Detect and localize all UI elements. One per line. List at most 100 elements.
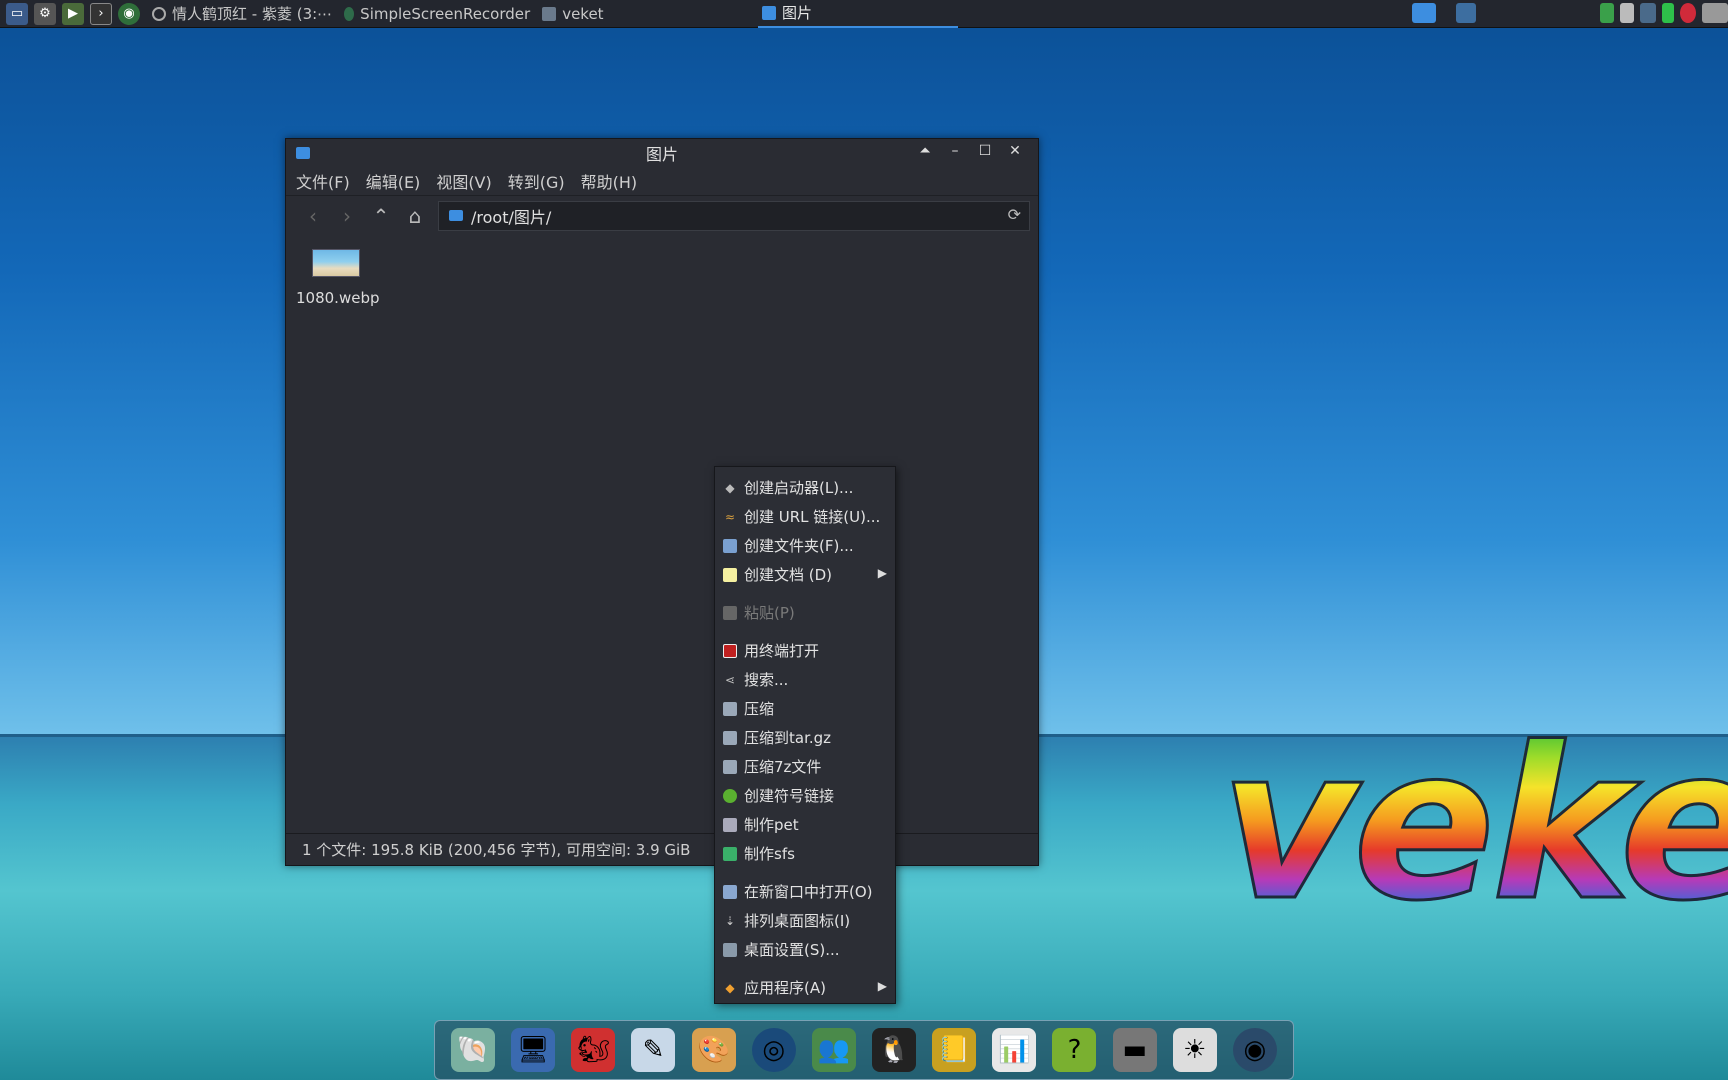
desktop-settings-icon (723, 942, 737, 957)
menu-create-symlink[interactable]: 创建符号链接 (715, 781, 895, 810)
menu-item-label: 排列桌面图标(I) (744, 912, 851, 930)
up-icon[interactable]: ⌃ (364, 204, 398, 228)
menu-help[interactable]: 帮助(H) (581, 169, 638, 193)
menu-file[interactable]: 文件(F) (296, 169, 350, 193)
menu-item-label: 压缩7z文件 (744, 758, 822, 776)
dock-drive-icon[interactable]: ▬ (1112, 1028, 1157, 1072)
menu-search[interactable]: ⋖ 搜索... (715, 665, 895, 694)
dock-squirrel-icon[interactable]: 🐿 (571, 1028, 616, 1072)
task-veket-folder[interactable]: veket (542, 5, 604, 23)
task-screen-recorder[interactable]: SimpleScreenRecorder (344, 5, 530, 23)
dock-users-icon[interactable]: 👥 (811, 1028, 856, 1072)
package-icon (723, 817, 737, 832)
desktop-switch-icon[interactable] (1412, 3, 1436, 23)
system-tray (1406, 3, 1728, 23)
symlink-icon (723, 788, 737, 803)
dock-globe-icon[interactable]: ◉ (1232, 1028, 1277, 1072)
menu-item-label: 搜索... (744, 671, 789, 689)
menu-compress[interactable]: 压缩 (715, 694, 895, 723)
menu-compress-targz[interactable]: 压缩到tar.gz (715, 723, 895, 752)
menu-compress-7z[interactable]: 压缩7z文件 (715, 752, 895, 781)
record-icon[interactable] (1680, 3, 1696, 23)
terminal-icon (723, 643, 737, 658)
menu-create-folder[interactable]: 创建文件夹(F)... (715, 531, 895, 560)
menu-separator (715, 868, 895, 877)
menu-make-pet[interactable]: 制作pet (715, 810, 895, 839)
status-bar: 1 个文件: 195.8 KiB (200,456 字节), 可用空间: 3.9… (286, 833, 1038, 865)
dock-brightness-icon[interactable]: ☀ (1172, 1028, 1217, 1072)
file-item[interactable]: 1080.webp (296, 249, 379, 307)
launcher-icon: ◆ (725, 480, 735, 495)
maximize-icon[interactable]: ☐ (970, 143, 1000, 159)
dock-penguin-icon[interactable]: 🐧 (872, 1028, 917, 1072)
menu-create-url-link[interactable]: ≈ 创建 URL 链接(U)... (715, 502, 895, 531)
navigation-toolbar: ‹ › ⌃ ⌂ /root/图片/ ⟳ (286, 195, 1038, 235)
task-pictures-folder[interactable]: 图片 (758, 0, 958, 28)
file-view[interactable]: 1080.webp (286, 235, 1038, 833)
menu-open-terminal[interactable]: 用终端打开 (715, 636, 895, 665)
dock-chart-icon[interactable]: 📊 (992, 1028, 1037, 1072)
menu-item-label: 压缩到tar.gz (744, 729, 832, 747)
menu-item-label: 创建文件夹(F)... (744, 537, 854, 555)
play-icon[interactable]: ▶ (62, 2, 84, 25)
close-icon[interactable]: ✕ (1000, 143, 1030, 159)
forward-icon[interactable]: › (330, 204, 364, 228)
address-bar[interactable]: /root/图片/ ⟳ (438, 200, 1030, 231)
back-icon[interactable]: ‹ (296, 204, 330, 228)
status-text: 1 个文件: 195.8 KiB (200,456 字节), 可用空间: 3.9… (302, 841, 691, 859)
terminal-icon[interactable]: › (90, 2, 112, 25)
folder-icon (449, 210, 463, 221)
dock-help-icon[interactable]: ? (1052, 1028, 1097, 1072)
window-switch-icon[interactable] (1456, 3, 1476, 23)
browser-globe-icon[interactable]: ◉ (118, 2, 140, 25)
menu-item-label: 制作sfs (744, 845, 795, 863)
shade-icon[interactable]: ⏶ (910, 143, 940, 159)
dock-paint-icon[interactable]: 🎨 (691, 1028, 736, 1072)
menu-edit[interactable]: 编辑(E) (366, 169, 421, 193)
applications-icon: ◆ (725, 980, 735, 995)
menu-item-label: 制作pet (744, 816, 799, 834)
clipboard-icon[interactable] (1620, 3, 1634, 23)
home-icon[interactable]: ⌂ (398, 204, 432, 228)
menu-item-label: 粘贴(P) (744, 604, 795, 622)
archive-icon (723, 701, 737, 716)
menu-go[interactable]: 转到(G) (508, 169, 565, 193)
menu-create-document[interactable]: 创建文档 (D) ▶ (715, 560, 895, 589)
keyboard-icon[interactable] (1702, 3, 1728, 23)
menu-item-label: 创建 URL 链接(U)... (744, 508, 881, 526)
context-menu: ◆ 创建启动器(L)... ≈ 创建 URL 链接(U)... 创建文件夹(F)..… (714, 466, 896, 1004)
recorder-icon (344, 6, 355, 21)
menu-applications[interactable]: ◆ 应用程序(A) ▶ (715, 973, 895, 1002)
menu-item-label: 创建文档 (D) (744, 566, 833, 584)
network-icon[interactable] (1640, 3, 1656, 23)
settings-gear-icon[interactable]: ⚙ (34, 2, 56, 25)
music-icon (152, 6, 166, 21)
task-music-player[interactable]: 情人鹤顶红 - 紫菱 (3:⋯ (152, 3, 332, 24)
dock-shell-icon[interactable]: 🐚 (451, 1028, 496, 1072)
dock-monitor-icon[interactable]: 🖥 (511, 1028, 556, 1072)
battery-icon[interactable] (1662, 3, 1674, 23)
reload-icon[interactable]: ⟳ (1008, 205, 1021, 224)
system-monitor-icon[interactable]: ▭ (6, 2, 28, 25)
task-label: SimpleScreenRecorder (360, 4, 531, 23)
application-dock: 🐚 🖥 🐿 ✎ 🎨 ◎ 👥 🐧 📒 📊 ? ▬ ☀ ◉ (434, 1020, 1294, 1080)
shield-icon[interactable] (1600, 3, 1614, 23)
menu-item-label: 创建启动器(L)... (744, 479, 854, 497)
window-title: 图片 (645, 145, 678, 164)
menu-item-label: 应用程序(A) (744, 979, 826, 997)
dock-editor-icon[interactable]: ✎ (631, 1028, 676, 1072)
menu-arrange-icons[interactable]: ⇣ 排列桌面图标(I) (715, 906, 895, 935)
menu-make-sfs[interactable]: 制作sfs (715, 839, 895, 868)
menu-create-launcher[interactable]: ◆ 创建启动器(L)... (715, 473, 895, 502)
menu-open-new-window[interactable]: 在新窗口中打开(O) (715, 877, 895, 906)
submenu-arrow-icon: ▶ (877, 566, 887, 580)
window-titlebar[interactable]: 图片 ⏶ – ☐ ✕ (286, 139, 1038, 167)
veket-logo-text: veket (1220, 720, 1728, 930)
folder-icon (723, 538, 737, 553)
menu-item-label: 在新窗口中打开(O) (744, 883, 873, 901)
menu-view[interactable]: 视图(V) (436, 169, 491, 193)
dock-media-icon[interactable]: ◎ (751, 1028, 796, 1072)
menu-desktop-settings[interactable]: 桌面设置(S)... (715, 935, 895, 964)
dock-contacts-icon[interactable]: 📒 (932, 1028, 977, 1072)
minimize-icon[interactable]: – (940, 143, 970, 159)
